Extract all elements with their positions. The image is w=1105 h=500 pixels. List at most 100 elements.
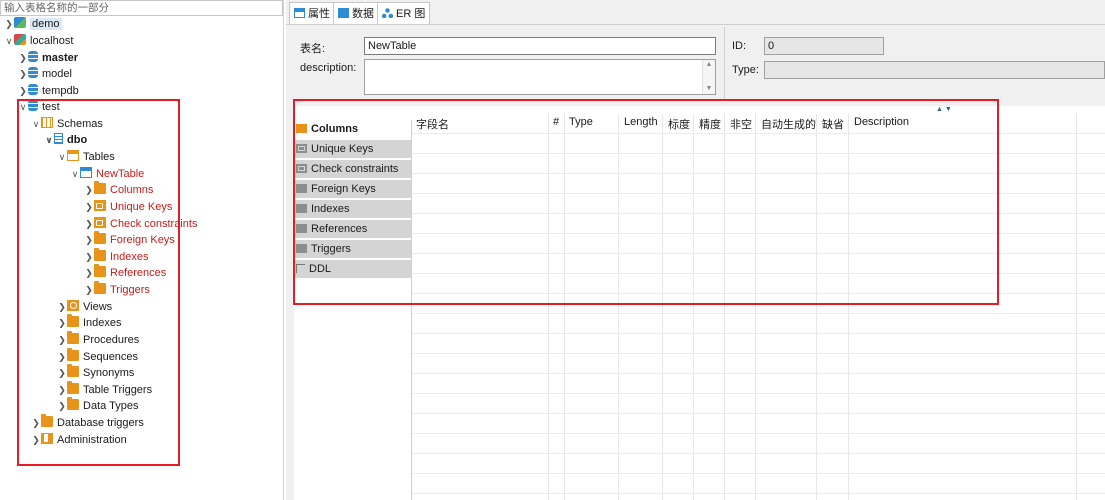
chevron-down-icon[interactable]: ∨ <box>18 99 28 115</box>
chevron-right-icon[interactable]: ❯ <box>84 182 94 198</box>
grid-row-line <box>412 373 1105 374</box>
tree-item-database-triggers[interactable]: ❯ Database triggers <box>31 414 144 431</box>
grid-row-line <box>412 133 1105 134</box>
side-tab-foreign-keys[interactable]: Foreign Keys <box>294 180 411 199</box>
grid-column-divider <box>816 114 817 500</box>
data-icon <box>338 8 349 18</box>
chevron-right-icon[interactable]: ❯ <box>31 432 41 448</box>
chevron-down-icon[interactable]: ∨ <box>44 132 54 148</box>
chevron-right-icon[interactable]: ❯ <box>84 282 94 298</box>
side-tab-ddl[interactable]: DDL <box>294 260 411 279</box>
tree-item-data-types[interactable]: ❯ Data Types <box>57 397 138 414</box>
chevron-right-icon[interactable]: ❯ <box>18 66 28 82</box>
tree-item-procedures[interactable]: ❯ Procedures <box>57 331 139 348</box>
folder-icon <box>67 314 79 327</box>
tree-item-unique-keys[interactable]: ❯ Unique Keys <box>84 199 172 215</box>
tree-item-schemas[interactable]: ∨ Schemas <box>31 116 103 132</box>
chevron-right-icon[interactable]: ❯ <box>84 249 94 265</box>
column-header-not-null[interactable]: 非空 <box>730 116 752 132</box>
column-header-default[interactable]: 缺省 <box>822 116 844 132</box>
table-filter-input[interactable]: 输入表格名称的一部分 <box>0 0 283 16</box>
sort-arrows-icon[interactable]: ▲▼ <box>936 106 954 113</box>
tree-item-tempdb[interactable]: ❯ tempdb <box>18 83 79 99</box>
tab-properties[interactable]: 属性 <box>289 2 335 24</box>
folder-icon <box>67 331 79 344</box>
tree-item-tables[interactable]: ∨ Tables <box>57 149 115 165</box>
tree-item-schema-indexes[interactable]: ❯ Indexes <box>57 314 122 331</box>
grid-row-line <box>412 433 1105 434</box>
tree-item-check-constraints[interactable]: ❯ Check constraints <box>84 216 197 232</box>
tree-item-newtable[interactable]: ∨ NewTable <box>70 166 144 182</box>
properties-divider <box>724 27 725 99</box>
chevron-right-icon[interactable]: ❯ <box>57 382 67 398</box>
side-tab-columns[interactable]: Columns <box>294 120 411 140</box>
administration-icon <box>41 433 53 444</box>
chevron-right-icon[interactable]: ❯ <box>84 232 94 248</box>
chevron-right-icon[interactable]: ❯ <box>84 265 94 281</box>
tree-item-triggers[interactable]: ❯ Triggers <box>84 281 150 298</box>
tree-item-model[interactable]: ❯ model <box>18 66 72 82</box>
chevron-right-icon[interactable]: ❯ <box>57 332 67 348</box>
chevron-right-icon[interactable]: ❯ <box>57 365 67 381</box>
schema-icon <box>54 133 63 144</box>
chevron-right-icon[interactable]: ❯ <box>18 50 28 66</box>
tree-item-foreign-keys[interactable]: ❯ Foreign Keys <box>84 231 175 248</box>
chevron-right-icon[interactable]: ❯ <box>4 16 14 32</box>
tree-item-references[interactable]: ❯ References <box>84 264 166 281</box>
description-scrollbar[interactable]: ▲ ▼ <box>702 60 715 94</box>
chevron-right-icon[interactable]: ❯ <box>84 216 94 232</box>
column-header-type[interactable]: Type <box>569 116 593 128</box>
tree-item-views[interactable]: ❯ Views <box>57 299 112 315</box>
chevron-right-icon[interactable]: ❯ <box>57 349 67 365</box>
tab-data[interactable]: 数据 <box>333 2 379 24</box>
chevron-right-icon[interactable]: ❯ <box>31 415 41 431</box>
key-folder-icon <box>296 164 307 173</box>
chevron-down-icon[interactable]: ∨ <box>57 149 67 165</box>
column-header-length[interactable]: Length <box>624 116 658 128</box>
side-tab-indexes[interactable]: Indexes <box>294 200 411 219</box>
column-header-auto-generated[interactable]: 自动生成的 <box>761 116 816 132</box>
side-tab-references[interactable]: References <box>294 220 411 239</box>
tree-item-sequences[interactable]: ❯ Sequences <box>57 348 138 365</box>
tree-item-indexes[interactable]: ❯ Indexes <box>84 248 149 265</box>
chevron-right-icon[interactable]: ❯ <box>57 299 67 315</box>
key-folder-icon <box>94 217 106 228</box>
description-textarea[interactable]: ▲ ▼ <box>364 59 716 95</box>
column-header-position[interactable]: # <box>553 116 559 128</box>
grid-column-divider <box>548 114 549 500</box>
chevron-right-icon[interactable]: ❯ <box>57 315 67 331</box>
scroll-down-icon[interactable]: ▼ <box>703 84 715 94</box>
tree-item-columns[interactable]: ❯ Columns <box>84 181 153 198</box>
side-tab-triggers[interactable]: Triggers <box>294 240 411 259</box>
tree-item-dbo[interactable]: ∨ dbo <box>44 132 87 148</box>
chevron-down-icon[interactable]: ∨ <box>70 166 80 182</box>
tab-er-diagram[interactable]: ER 图 <box>377 2 431 24</box>
chevron-right-icon[interactable]: ❯ <box>84 199 94 215</box>
tree-item-localhost[interactable]: ∨ localhost <box>4 33 73 49</box>
tree-item-administration[interactable]: ❯ Administration <box>31 432 127 448</box>
tree-item-table-triggers[interactable]: ❯ Table Triggers <box>57 381 152 398</box>
tree-item-master[interactable]: ❯ master <box>18 50 78 66</box>
tree-item-demo[interactable]: ❯ demo <box>4 16 62 32</box>
column-header-description[interactable]: Description <box>854 116 909 128</box>
grid-row-line <box>412 333 1105 334</box>
columns-grid[interactable]: ▲▼ 字段名 # Type Length 标度 精度 非空 自动生成的 缺省 D… <box>412 106 1105 500</box>
grid-column-divider <box>724 114 725 500</box>
tree-item-synonyms[interactable]: ❯ Synonyms <box>57 364 134 381</box>
column-header-scale[interactable]: 标度 <box>668 116 690 132</box>
chevron-down-icon[interactable]: ∨ <box>4 33 14 49</box>
column-header-precision[interactable]: 精度 <box>699 116 721 132</box>
side-tab-unique-keys[interactable]: Unique Keys <box>294 140 411 159</box>
grid-row-line <box>412 233 1105 234</box>
chevron-right-icon[interactable]: ❯ <box>57 398 67 414</box>
scroll-up-icon[interactable]: ▲ <box>703 60 715 70</box>
folder-icon <box>94 248 106 261</box>
column-header-name[interactable]: 字段名 <box>416 116 449 132</box>
grid-column-divider <box>693 114 694 500</box>
side-tab-check-constraints[interactable]: Check constraints <box>294 160 411 179</box>
table-name-input[interactable]: NewTable <box>364 37 716 55</box>
chevron-right-icon[interactable]: ❯ <box>18 83 28 99</box>
grid-row-line <box>412 393 1105 394</box>
chevron-down-icon[interactable]: ∨ <box>31 116 41 132</box>
tree-item-test[interactable]: ∨ test <box>18 99 60 115</box>
